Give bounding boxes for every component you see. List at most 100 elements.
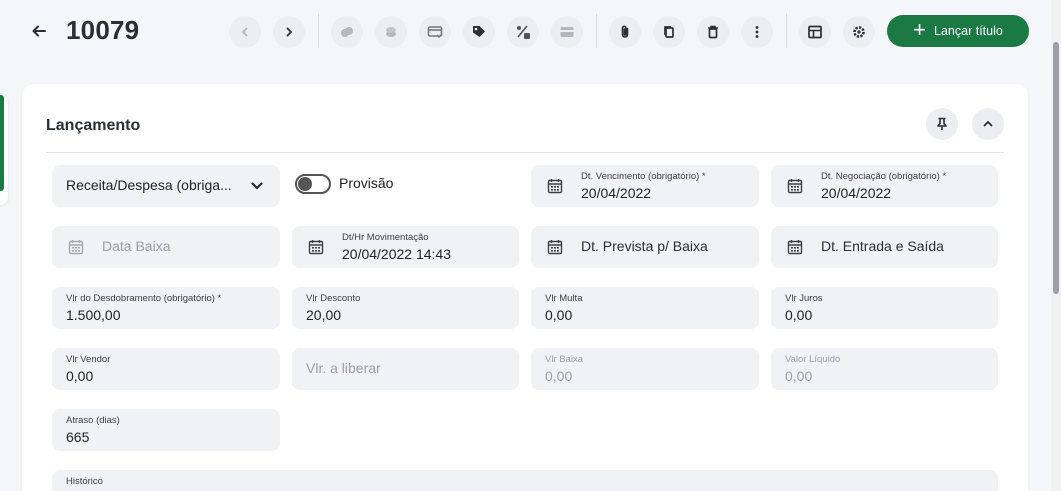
vlr-multa-field[interactable]: Vlr Multa 0,00 (531, 287, 759, 329)
atraso-field[interactable]: Atraso (dias) 665 (52, 409, 280, 451)
copy-icon (664, 26, 674, 38)
trash-icon (708, 25, 718, 39)
valor-liquido-label: Valor Líquido (785, 354, 841, 365)
tag-button[interactable] (463, 16, 495, 48)
toolbar-divider (596, 14, 597, 48)
dt-entrada-saida-placeholder: Dt. Entrada e Saída (821, 238, 944, 254)
vlr-desconto-value: 20,00 (306, 307, 342, 323)
back-button[interactable] (24, 16, 54, 46)
vlr-juros-label: Vlr Juros (785, 293, 823, 304)
historico-label: Histórico (66, 476, 103, 487)
card-transfer-button[interactable] (419, 16, 451, 48)
dt-hr-movimentacao-value: 20/04/2022 14:43 (342, 246, 451, 262)
vlr-desdobramento-label: Vlr do Desdobramento (obrigatório) * (66, 293, 222, 304)
calendar-icon (787, 179, 803, 194)
delete-button[interactable] (697, 16, 729, 48)
provisao-toggle[interactable] (295, 174, 331, 194)
coins-icon (386, 27, 396, 37)
duplicate-button[interactable] (653, 16, 685, 48)
vlr-vendor-label: Vlr Vendor (66, 354, 111, 365)
plus-icon: + (913, 17, 927, 42)
dt-vencimento-value: 20/04/2022 (581, 185, 652, 201)
chevron-left-icon (241, 27, 248, 37)
data-baixa-field[interactable]: Data Baixa (52, 226, 280, 268)
historico-field[interactable]: Histórico (52, 470, 998, 491)
coins-button[interactable] (375, 16, 407, 48)
vlr-juros-value: 0,00 (785, 307, 813, 323)
more-vertical-icon (755, 26, 759, 38)
scrollbar-thumb[interactable] (1053, 42, 1059, 294)
settings-button[interactable] (843, 16, 875, 48)
vlr-baixa-label: Vlr Baixa (545, 354, 584, 365)
coins-stack-icon (341, 27, 353, 37)
calendar-icon (68, 240, 84, 255)
vlr-baixa-field: Vlr Baixa 0,00 (531, 348, 759, 390)
calendar-icon (787, 240, 803, 255)
dt-vencimento-field[interactable]: Dt. Vencimento (obrigatório) * 20/04/202… (531, 165, 759, 207)
chevron-right-icon (286, 27, 293, 37)
section-divider (46, 152, 1004, 153)
credit-card-icon (560, 27, 574, 37)
coins-stack-button[interactable] (331, 16, 363, 48)
tipo-select[interactable]: Receita/Despesa (obriga... (52, 165, 280, 207)
dt-hr-movimentacao-label: Dt/Hr Movimentação (342, 232, 429, 243)
settings-icon (853, 26, 865, 38)
pin-icon (937, 117, 947, 130)
tipo-select-value: Receita/Despesa (obriga... (66, 177, 232, 193)
vlr-vendor-field[interactable]: Vlr Vendor 0,00 (52, 348, 280, 390)
chevron-down-icon (251, 182, 263, 190)
next-button[interactable] (273, 16, 305, 48)
dt-hr-movimentacao-field[interactable]: Dt/Hr Movimentação 20/04/2022 14:43 (292, 226, 519, 268)
discount-button[interactable] (507, 16, 539, 48)
layout-icon (808, 25, 822, 39)
valor-liquido-value: 0,00 (785, 368, 813, 384)
dt-negociacao-value: 20/04/2022 (821, 185, 892, 201)
launch-title-button[interactable]: + Lançar título (887, 15, 1029, 47)
calendar-icon (547, 240, 563, 255)
vlr-liberar-placeholder: Vlr. a liberar (306, 360, 381, 376)
calendar-icon (547, 179, 563, 194)
dt-negociacao-field[interactable]: Dt. Negociação (obrigatório) * 20/04/202… (771, 165, 998, 207)
atraso-value: 665 (66, 429, 90, 445)
pin-button[interactable] (926, 108, 958, 140)
vlr-juros-field[interactable]: Vlr Juros 0,00 (771, 287, 998, 329)
toolbar-divider (786, 14, 787, 48)
vlr-vendor-value: 0,00 (66, 368, 94, 384)
dt-entrada-saida-field[interactable]: Dt. Entrada e Saída (771, 226, 998, 268)
dt-prevista-field[interactable]: Dt. Prevista p/ Baixa (531, 226, 759, 268)
more-options-button[interactable] (741, 16, 773, 48)
attach-button[interactable] (609, 16, 641, 48)
valor-liquido-field: Valor Líquido 0,00 (771, 348, 998, 390)
dt-vencimento-label: Dt. Vencimento (obrigatório) * (581, 171, 706, 182)
active-indicator (0, 95, 4, 191)
tag-icon (473, 26, 485, 37)
vlr-multa-value: 0,00 (545, 307, 573, 323)
vlr-multa-label: Vlr Multa (545, 293, 583, 304)
chevron-up-icon (983, 120, 993, 127)
side-panel-edge[interactable] (0, 95, 8, 205)
vlr-liberar-field[interactable]: Vlr. a liberar (292, 348, 519, 390)
card-button[interactable] (551, 16, 583, 48)
arrow-left-icon (32, 25, 46, 37)
data-baixa-placeholder: Data Baixa (102, 238, 171, 254)
vlr-desconto-label: Vlr Desconto (306, 293, 361, 304)
launch-title-label: Lançar título (934, 24, 1003, 38)
layout-button[interactable] (799, 16, 831, 48)
section-title: Lançamento (46, 117, 141, 134)
previous-button[interactable] (229, 16, 261, 48)
percent-icon (517, 25, 530, 39)
vlr-desdobramento-value: 1.500,00 (66, 307, 121, 323)
vlr-desconto-field[interactable]: Vlr Desconto 20,00 (292, 287, 519, 329)
page-title: 10079 (66, 15, 140, 45)
toolbar-divider (318, 14, 319, 48)
paperclip-icon (621, 25, 629, 38)
provisao-label: Provisão (339, 175, 394, 191)
page-scrollbar[interactable] (1051, 0, 1061, 491)
dt-negociacao-label: Dt. Negociação (obrigatório) * (821, 171, 947, 182)
dt-prevista-placeholder: Dt. Prevista p/ Baixa (581, 238, 708, 254)
top-toolbar: 10079 + Lançar título (0, 0, 1061, 64)
card-transfer-icon (427, 26, 443, 38)
collapse-button[interactable] (972, 108, 1004, 140)
vlr-desdobramento-field[interactable]: Vlr do Desdobramento (obrigatório) * 1.5… (52, 287, 280, 329)
toggle-knob (298, 177, 312, 191)
